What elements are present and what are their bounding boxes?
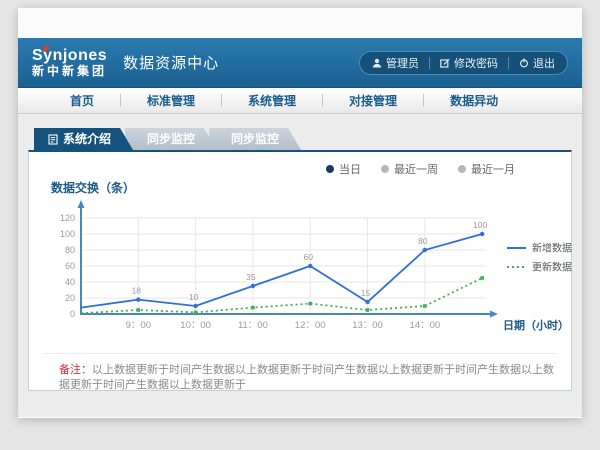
x-tick-label: 14：00 [410, 320, 441, 331]
data-point-label: 10 [189, 292, 199, 302]
data-point [251, 306, 255, 310]
data-point [423, 248, 427, 252]
data-point [251, 284, 255, 288]
nav-item-0[interactable]: 首页 [44, 88, 120, 114]
tab-0[interactable]: 系统介绍 [34, 128, 133, 150]
edit-icon [440, 58, 450, 68]
data-point-label: 35 [246, 272, 256, 282]
company-logo: Synjones 新中新集团 [32, 48, 107, 77]
app-header: Synjones 新中新集团 数据资源中心 管理员 修改密码 退出 [18, 38, 582, 88]
series-1-line [81, 278, 482, 313]
data-point-label: 15 [361, 288, 371, 298]
data-point [193, 304, 197, 308]
legend-label: 更新数据 [532, 261, 572, 274]
range-option-2[interactable]: 最近一月 [458, 161, 515, 177]
toolbar-item-user[interactable]: 管理员 [372, 55, 419, 71]
legend-label: 新增数据 [532, 242, 572, 255]
main-nav: 首页标准管理系统管理对接管理数据异动 [18, 88, 582, 114]
range-option-label: 当日 [339, 161, 361, 177]
tab-1[interactable]: 同步监控 [125, 128, 217, 150]
nav-item-1[interactable]: 标准管理 [121, 88, 221, 114]
y-axis-arrow [78, 200, 85, 208]
data-point [308, 302, 312, 306]
toolbar-item-label: 管理员 [386, 55, 419, 71]
y-tick-label: 80 [65, 245, 75, 255]
x-tick-label: 10：00 [180, 320, 211, 331]
tab-2[interactable]: 同步监控 [209, 128, 301, 150]
x-axis-arrow [490, 311, 498, 318]
toolbar-item-label: 退出 [533, 55, 555, 71]
data-point [137, 308, 141, 312]
x-tick-label: 9：00 [126, 320, 151, 331]
chart-x-axis-title: 日期（小时） [503, 318, 569, 332]
data-point [366, 308, 370, 312]
y-tick-label: 0 [70, 309, 75, 319]
toolbar-separator [429, 57, 430, 69]
range-option-1[interactable]: 最近一周 [381, 161, 438, 177]
range-option-0[interactable]: 当日 [326, 161, 361, 177]
data-point [480, 276, 484, 280]
radio-dot [458, 165, 466, 173]
data-point-label: 80 [418, 236, 428, 246]
range-option-label: 最近一月 [471, 161, 515, 177]
data-point [423, 304, 427, 308]
y-tick-label: 120 [60, 213, 75, 223]
tab-label: 同步监控 [231, 128, 279, 150]
y-tick-label: 40 [65, 277, 75, 287]
x-tick-label: 12：00 [295, 320, 326, 331]
radio-dot [381, 165, 389, 173]
nav-item-4[interactable]: 数据异动 [424, 88, 524, 114]
toolbar-separator [508, 57, 509, 69]
page-title: 数据资源中心 [123, 52, 219, 73]
app-window: Synjones 新中新集团 数据资源中心 管理员修改密码退出 首页标准管理系统… [18, 8, 582, 418]
data-point [480, 232, 484, 236]
toolbar-item-label: 修改密码 [454, 55, 498, 71]
y-tick-label: 100 [60, 229, 75, 239]
toolbar-item-change-password[interactable]: 修改密码 [440, 55, 498, 71]
content-area: 系统介绍 同步监控 同步监控 当日 最近一周 最近一月 数据交换（条） 0 20 40 60 8… [18, 114, 582, 417]
chart-svg: 0 20 40 60 80 100 120 9：00 10：00 11：00 12：00 13：00 1… [41, 196, 581, 348]
data-point-label: 60 [303, 252, 313, 262]
user-icon [372, 58, 382, 68]
toolbar-item-logout[interactable]: 退出 [519, 55, 555, 71]
footnote: 备注：以上数据更新于时间产生数据以上数据更新于时间产生数据以上数据更新于时间产生… [29, 354, 571, 394]
y-tick-label: 60 [65, 261, 75, 271]
range-option-label: 最近一周 [394, 161, 438, 177]
tab-label: 系统介绍 [63, 128, 111, 150]
data-point-label: 100 [473, 220, 487, 230]
doc-icon [48, 134, 58, 145]
x-tick-label: 11：00 [238, 320, 268, 331]
line-chart: 0 20 40 60 80 100 120 9：00 10：00 11：00 12：00 13：00 1… [41, 196, 571, 353]
x-tick-label: 13：00 [352, 320, 383, 331]
nav-item-2[interactable]: 系统管理 [222, 88, 322, 114]
tab-panel: 当日 最近一周 最近一月 数据交换（条） 0 20 40 60 80 100 120 9：00 10… [28, 150, 572, 391]
y-tick-label: 20 [65, 293, 75, 303]
browser-chrome [18, 8, 582, 38]
footnote-text: 以上数据更新于时间产生数据以上数据更新于时间产生数据以上数据更新于时间产生数据以… [59, 364, 554, 391]
tab-bar: 系统介绍 同步监控 同步监控 [34, 128, 572, 150]
tab-label: 同步监控 [147, 128, 195, 150]
data-point [308, 264, 312, 268]
data-point [194, 311, 198, 315]
nav-item-3[interactable]: 对接管理 [323, 88, 423, 114]
user-toolbar: 管理员 修改密码 退出 [359, 51, 568, 75]
range-filter: 当日 最近一周 最近一月 [29, 152, 571, 177]
radio-dot [326, 165, 334, 173]
power-icon [519, 58, 529, 68]
data-point [365, 300, 369, 304]
data-point-label: 18 [132, 286, 142, 296]
chart-y-axis-title: 数据交换（条） [51, 179, 571, 196]
logo-subtext: 新中新集团 [32, 65, 107, 78]
data-point [136, 297, 140, 301]
footnote-label: 备注： [59, 364, 92, 376]
